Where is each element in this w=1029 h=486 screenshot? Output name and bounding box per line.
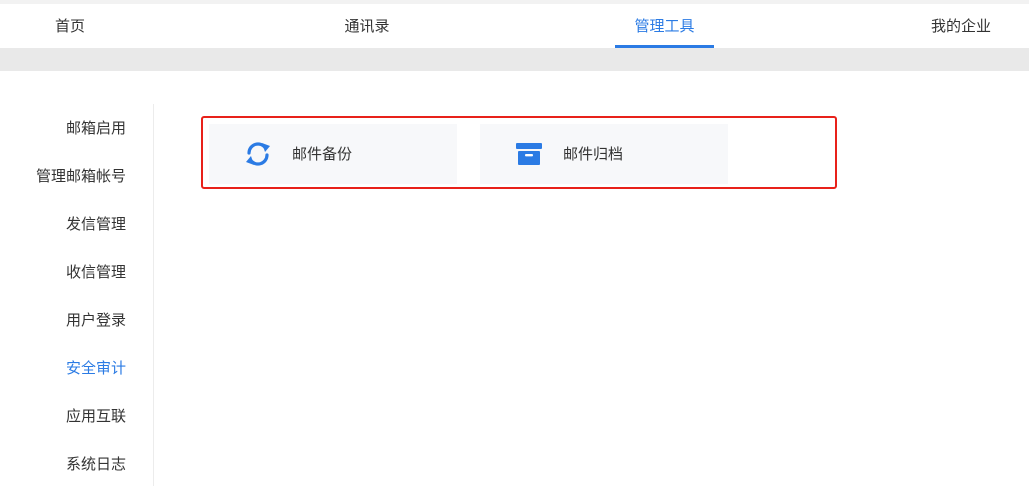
sidebar-item-manage-accounts[interactable]: 管理邮箱帐号	[36, 166, 126, 186]
tools-highlight-box: 邮件备份 邮件归档	[201, 116, 837, 189]
tab-management-tools[interactable]: 管理工具	[615, 4, 714, 48]
mail-backup-card[interactable]: 邮件备份	[209, 124, 457, 184]
sidebar-item-receiving[interactable]: 收信管理	[66, 262, 126, 282]
sidebar-item-system-log[interactable]: 系统日志	[66, 454, 126, 474]
mail-archive-card[interactable]: 邮件归档	[480, 124, 728, 184]
sidebar-item-security-audit[interactable]: 安全审计	[66, 358, 126, 378]
tab-home[interactable]: 首页	[40, 4, 100, 48]
top-strip	[0, 0, 1029, 4]
top-navigation: 首页 通讯录 管理工具 我的企业	[0, 0, 1029, 48]
archive-box-icon	[514, 140, 544, 168]
mail-backup-label: 邮件备份	[292, 145, 353, 163]
header-band	[0, 48, 1029, 71]
sidebar-item-sending[interactable]: 发信管理	[66, 214, 126, 234]
sidebar-item-user-login[interactable]: 用户登录	[66, 310, 126, 330]
sidebar: 邮箱启用 管理邮箱帐号 发信管理 收信管理 用户登录 安全审计 应用互联 系统日…	[0, 104, 154, 486]
sidebar-item-mailbox-enable[interactable]: 邮箱启用	[66, 118, 126, 138]
tab-contacts[interactable]: 通讯录	[330, 4, 404, 48]
tab-my-enterprise[interactable]: 我的企业	[915, 4, 1007, 48]
mail-archive-label: 邮件归档	[563, 145, 624, 163]
sync-icon	[243, 140, 273, 168]
sidebar-item-app-interconnect[interactable]: 应用互联	[66, 406, 126, 426]
